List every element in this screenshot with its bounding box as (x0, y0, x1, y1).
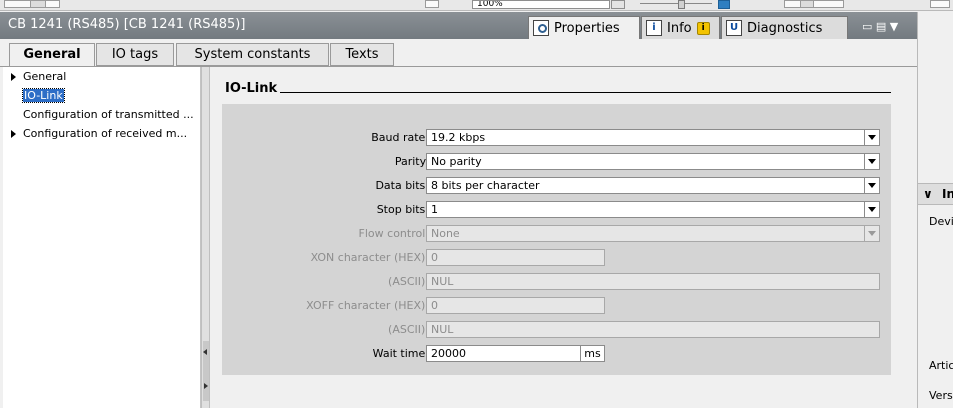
chevron-down-icon[interactable]: ∨ (923, 187, 933, 201)
xoff-ascii-input: NUL (426, 321, 880, 338)
tab-general[interactable]: General (9, 43, 95, 68)
nav-item-label: Configuration of received m... (23, 127, 188, 140)
stop-bits-select[interactable]: 1 (426, 201, 880, 218)
row-xoff-hex: XOFF character (HEX): 0 (222, 297, 891, 314)
row-parity: Parity: No parity (222, 153, 891, 170)
xon-hex-input: 0 (426, 249, 605, 266)
xoff-ascii-label: (ASCII): (388, 323, 429, 336)
row-baud-rate: Baud rate: 19.2 kbps (222, 129, 891, 146)
tab-info-label: Info (667, 20, 692, 36)
nav-item-label: General (23, 70, 67, 83)
flow-control-label: Flow control: (358, 227, 429, 240)
xon-ascii-label: (ASCII): (388, 275, 429, 288)
parity-value: No parity (431, 155, 482, 168)
nav-item-label: Configuration of transmitted ... (23, 108, 194, 121)
row-xoff-ascii: (ASCII): NUL (222, 321, 891, 338)
warning-icon: i (696, 21, 710, 35)
row-xon-ascii: (ASCII): NUL (222, 273, 891, 290)
tab-diagnostics-label: Diagnostics (747, 20, 823, 36)
tab-properties-label: Properties (554, 20, 620, 36)
scrollbar-thumb-2[interactable] (800, 0, 814, 8)
parity-select[interactable]: No parity (426, 153, 880, 170)
inspector-title: CB 1241 (RS485) [CB 1241 (RS485)] (8, 17, 246, 32)
right-side-panel: ∨ In Devi Artic Vers (917, 12, 953, 408)
window-controls-icon[interactable]: ▭ ▤ ▼ (862, 20, 898, 33)
wait-time-unit: ms (580, 346, 604, 361)
zoom-slider-knob[interactable] (678, 0, 685, 9)
data-bits-value: 8 bits per character (431, 179, 540, 192)
baud-rate-label: Baud rate: (371, 131, 429, 144)
properties-content: IO-Link Baud rate: 19.2 kbps Parity: No … (211, 67, 917, 408)
chevron-down-icon[interactable] (864, 154, 879, 169)
scrollbar-3[interactable] (930, 0, 950, 8)
zoom-level-input[interactable]: 100% (472, 0, 610, 9)
expand-right-icon[interactable] (204, 383, 208, 389)
collapse-left-icon[interactable] (203, 349, 207, 355)
chevron-down-icon (864, 226, 879, 241)
chevron-down-icon[interactable] (864, 202, 879, 217)
tab-diagnostics[interactable]: U Diagnostics (721, 16, 848, 39)
xon-ascii-input: NUL (426, 273, 880, 290)
row-xon-hex: XON character (HEX): 0 (222, 249, 891, 266)
flow-control-select: None (426, 225, 880, 242)
nav-item-label: IO-Link (22, 88, 65, 103)
expand-arrow-icon[interactable] (11, 130, 16, 138)
data-bits-select[interactable]: 8 bits per character (426, 177, 880, 194)
zoom-slider[interactable] (640, 3, 712, 9)
wait-time-label: Wait time: (372, 347, 429, 360)
zoom-dropdown-button[interactable] (611, 0, 625, 9)
right-panel-text-2: Artic (929, 359, 953, 372)
tab-system-constants[interactable]: System constants (176, 43, 329, 66)
tab-io-tags[interactable]: IO tags (96, 43, 174, 66)
horizontal-scrollbar-2[interactable] (784, 0, 844, 8)
main-tab-row: General IO tags System constants Texts (0, 39, 917, 68)
data-bits-label: Data bits: (375, 179, 429, 192)
right-panel-header[interactable]: ∨ In (918, 183, 953, 205)
baud-rate-select[interactable]: 19.2 kbps (426, 129, 880, 146)
chevron-down-icon[interactable] (864, 130, 879, 145)
stop-bits-label: Stop bits: (376, 203, 429, 216)
row-stop-bits: Stop bits: 1 (222, 201, 891, 218)
scrollbar-thumb[interactable] (30, 0, 46, 8)
section-title: IO-Link (225, 81, 278, 96)
scroll-right-button[interactable] (425, 0, 439, 8)
io-link-settings-group: Baud rate: 19.2 kbps Parity: No parity D… (222, 104, 891, 375)
expand-arrow-icon[interactable] (11, 73, 16, 81)
inspector-titlebar: CB 1241 (RS485) [CB 1241 (RS485)] Proper… (0, 12, 917, 39)
wait-time-value: 20000 (431, 347, 466, 360)
right-panel-header-label: In (942, 187, 953, 201)
tab-properties[interactable]: Properties (528, 16, 640, 39)
tab-info[interactable]: i Info i (641, 16, 720, 39)
section-divider (280, 92, 891, 93)
right-panel-text-1: Devi (929, 215, 953, 228)
xon-hex-label: XON character (HEX): (310, 251, 429, 264)
baud-rate-value: 19.2 kbps (431, 131, 486, 144)
row-wait-time: Wait time: 20000 ms (222, 345, 891, 362)
flow-control-value: None (431, 227, 460, 240)
xoff-hex-label: XOFF character (HEX): (306, 299, 429, 312)
row-data-bits: Data bits: 8 bits per character (222, 177, 891, 194)
right-panel-text-3: Vers (929, 389, 953, 402)
chevron-down-icon[interactable] (864, 178, 879, 193)
diagnostics-icon: U (726, 20, 742, 36)
properties-icon (533, 20, 549, 36)
stop-bits-value: 1 (431, 203, 438, 216)
navigation-tree: General IO-Link Configuration of transmi… (3, 67, 201, 408)
parity-label: Parity: (394, 155, 429, 168)
info-icon: i (646, 20, 662, 36)
wait-time-input[interactable]: 20000 ms (426, 345, 605, 362)
row-flow-control: Flow control: None (222, 225, 891, 242)
zoom-fit-icon[interactable] (718, 0, 730, 9)
xoff-hex-input: 0 (426, 297, 605, 314)
top-toolbar-strip: 100% (0, 0, 953, 11)
tab-texts[interactable]: Texts (330, 43, 394, 66)
panel-splitter[interactable] (201, 67, 210, 408)
